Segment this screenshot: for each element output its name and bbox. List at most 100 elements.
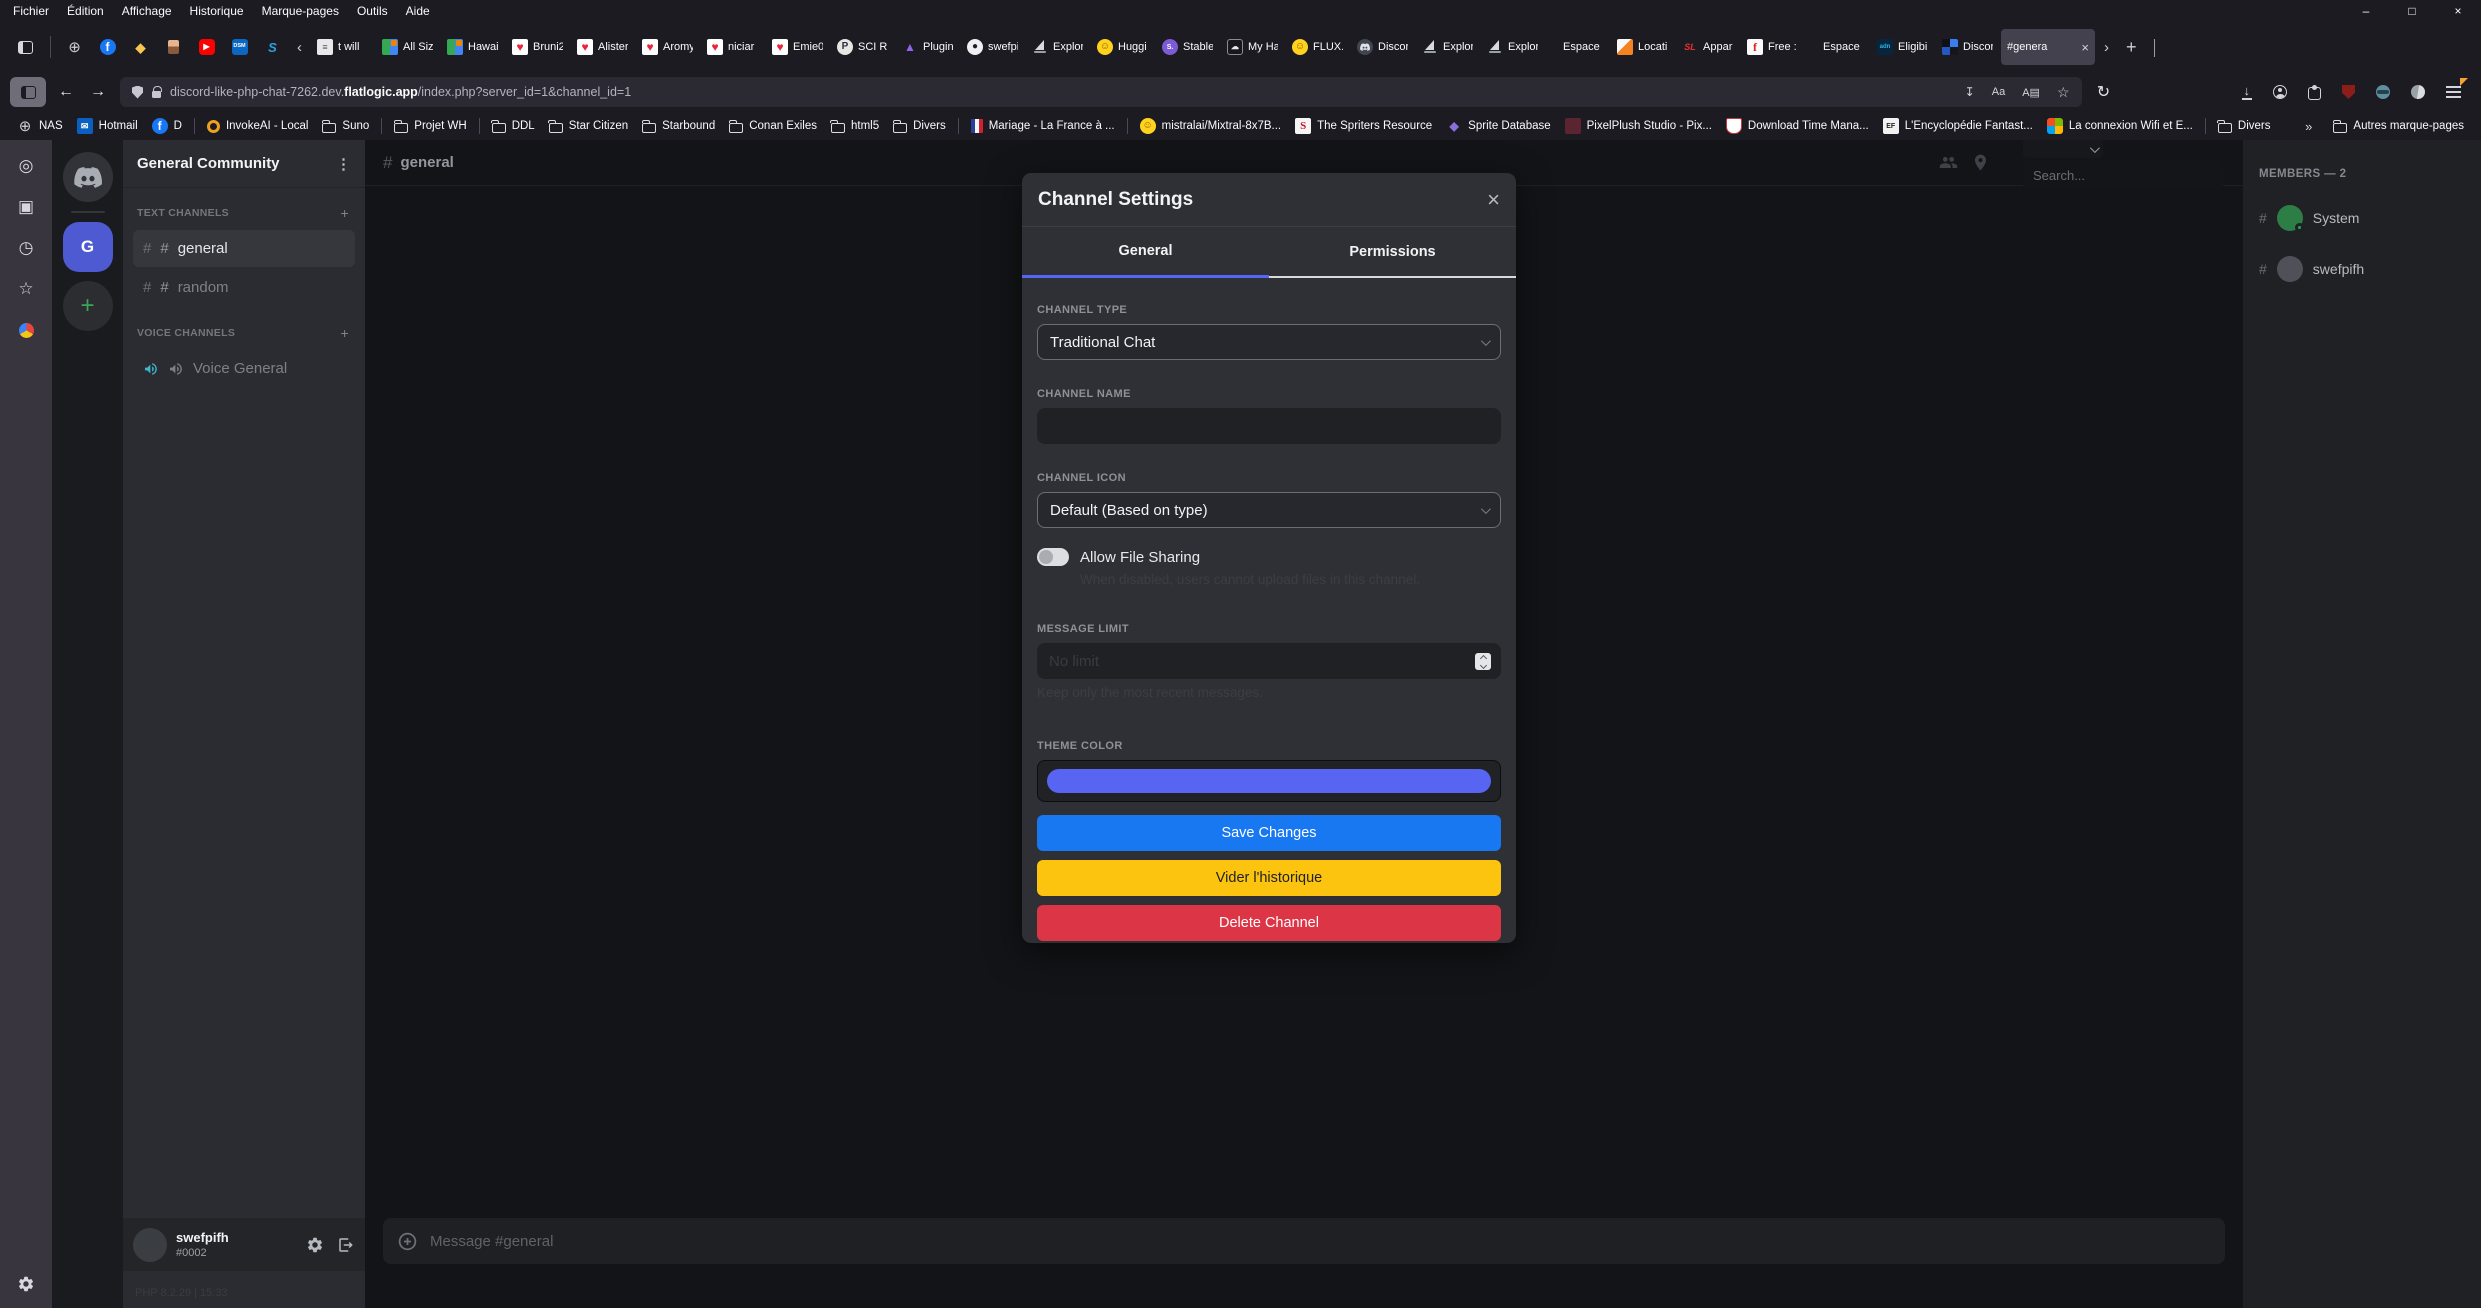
tab-close-icon[interactable]: × [2079, 40, 2089, 55]
member-system[interactable]: #System [2259, 205, 2465, 231]
forward-button[interactable]: → [82, 78, 114, 106]
server-menu-kebab-icon[interactable]: ⋮ [336, 155, 351, 173]
server-header[interactable]: General Community ⋮ [123, 140, 365, 188]
bookmark-hotmail[interactable]: ✉Hotmail [70, 116, 145, 136]
add-server-button[interactable]: + [63, 281, 113, 331]
downloads-icon[interactable]: ↓ [2242, 84, 2253, 100]
spinner-down-icon[interactable] [1479, 661, 1486, 668]
bookmark-the-spriters-resource[interactable]: SThe Spriters Resource [1288, 116, 1439, 136]
discord-home-button[interactable] [63, 152, 113, 202]
save-page-icon[interactable]: ↧ [1965, 85, 1975, 99]
message-input[interactable] [430, 1233, 2211, 1250]
bookmark-download-time-mana[interactable]: Download Time Mana... [1719, 116, 1876, 136]
theme-color-picker[interactable] [1037, 760, 1501, 802]
bookmark-projet-wh[interactable]: Projet WH [387, 118, 473, 135]
pinned-tab-synology[interactable]: S [257, 30, 288, 64]
ai-chatbot-icon[interactable]: ◎ [16, 156, 36, 176]
account-icon[interactable] [2273, 85, 2287, 99]
maximize-window-button[interactable]: □ [2389, 0, 2435, 22]
tab-espace-cli[interactable]: Espace cli [1546, 29, 1609, 65]
url-bar[interactable]: discord-like-php-chat-7262.dev.flatlogic… [120, 77, 2082, 107]
attach-plus-icon[interactable] [397, 1231, 418, 1252]
menu-fichier[interactable]: Fichier [4, 1, 58, 21]
tab-active-general[interactable]: #genera × [2001, 29, 2095, 65]
bookmark-mistralai-mixtral-8x7b[interactable]: ☺mistralai/Mixtral-8x7B... [1133, 116, 1289, 136]
https-lock-icon[interactable] [152, 91, 161, 98]
tracking-protection-shield-icon[interactable] [132, 86, 143, 99]
pinned-tab-dsm[interactable]: DSM [224, 30, 255, 64]
tab-all-siz[interactable]: All Siz [376, 29, 439, 65]
modal-close-icon[interactable]: × [1487, 189, 1500, 211]
tab-list-dropdown-icon[interactable] [2147, 39, 2162, 56]
tab-alister[interactable]: ♥Alister [571, 29, 634, 65]
bookmark-nas[interactable]: ⊕NAS [10, 116, 70, 136]
channel-name-input[interactable] [1037, 408, 1501, 444]
tab-discor[interactable]: Discor [1936, 29, 1999, 65]
close-window-button[interactable]: × [2435, 0, 2481, 22]
pinned-tab-sprite[interactable] [158, 30, 189, 64]
tab-general[interactable]: General [1022, 227, 1269, 278]
menu-historique[interactable]: Historique [181, 1, 253, 21]
menu-dition[interactable]: Édition [58, 1, 113, 21]
tab-aromy[interactable]: ♥Aromy [636, 29, 699, 65]
delete-channel-button[interactable]: Delete Channel [1037, 905, 1501, 941]
pinned-tab-youtube[interactable]: ▶ [191, 30, 222, 64]
member-swefpifh[interactable]: #swefpifh [2259, 256, 2465, 282]
extensions-puzzle-icon[interactable] [2308, 87, 2321, 100]
menu-affichage[interactable]: Affichage [113, 1, 181, 21]
tab-discor[interactable]: Discor [1351, 29, 1414, 65]
minimize-window-button[interactable]: – [2343, 0, 2389, 22]
tab-explor[interactable]: Explor [1416, 29, 1479, 65]
bookmark-divers[interactable]: Divers [2211, 118, 2278, 135]
sidebar-settings-gear-icon[interactable] [16, 1274, 36, 1294]
menu-outils[interactable]: Outils [348, 1, 397, 21]
tab-permissions[interactable]: Permissions [1269, 227, 1516, 278]
channel-random[interactable]: ##random [133, 269, 355, 306]
tab-scroll-left-icon[interactable]: ‹ [290, 39, 309, 56]
add-channel-icon[interactable]: + [341, 205, 349, 221]
tab-plugin[interactable]: ▲Plugin [896, 29, 959, 65]
history-icon[interactable]: ◷ [16, 238, 36, 258]
bookmark-pixelplush-studio-pix[interactable]: PixelPlush Studio - Pix... [1558, 116, 1719, 136]
tab-huggi[interactable]: ☺Huggi [1091, 29, 1154, 65]
tab-eligibi[interactable]: adnEligibi [1871, 29, 1934, 65]
message-limit-input[interactable] [1037, 643, 1501, 679]
bookmark-d[interactable]: fD [145, 116, 189, 136]
translate-icon[interactable]: Aa [1992, 86, 2005, 98]
tab-my-ha[interactable]: ☁My Ha [1221, 29, 1284, 65]
user-settings-gear-icon[interactable] [306, 1236, 324, 1254]
add-channel-icon[interactable]: + [341, 325, 349, 341]
bookmark-star-icon[interactable]: ☆ [2057, 84, 2070, 101]
channel-general[interactable]: ##general [133, 230, 355, 267]
new-tab-button[interactable]: + [2118, 37, 2145, 58]
menu-aide[interactable]: Aide [397, 1, 439, 21]
tab-explor[interactable]: Explor [1481, 29, 1544, 65]
server-icon-general-community[interactable]: G [63, 222, 113, 272]
app-menu-icon[interactable] [2446, 86, 2461, 98]
bookmark-invokeai-local[interactable]: InvokeAI - Local [200, 118, 315, 135]
tab-bruni2[interactable]: ♥Bruni2 [506, 29, 569, 65]
translate-alt-icon[interactable]: A▤ [2022, 86, 2040, 99]
bookmark-suno[interactable]: Suno [315, 118, 376, 135]
members-toggle-icon[interactable] [1939, 153, 1958, 172]
tab-scroll-right-icon[interactable]: › [2097, 39, 2116, 56]
bookmark-sprite-database[interactable]: ◆Sprite Database [1439, 116, 1557, 136]
tab-explor[interactable]: Explor [1026, 29, 1089, 65]
menu-marque-pages[interactable]: Marque-pages [253, 1, 348, 21]
tab-hawai[interactable]: Hawai [441, 29, 504, 65]
tab-t-will[interactable]: ≡t will [311, 29, 374, 65]
bookmarks-overflow-icon[interactable]: » [2305, 119, 2312, 134]
channel-icon-select[interactable]: Default (Based on type) [1037, 492, 1501, 528]
file-sharing-toggle[interactable] [1037, 548, 1069, 566]
tab-appar[interactable]: SLAppar [1676, 29, 1739, 65]
reload-button[interactable]: ↻ [2088, 78, 2120, 106]
channel-voice-general[interactable]: Voice General [133, 350, 355, 387]
tab-free[interactable]: fFree : [1741, 29, 1804, 65]
extension-grey-icon[interactable] [2411, 85, 2425, 99]
number-spinner[interactable] [1475, 653, 1491, 670]
bookmark-la-connexion-wifi-et-e[interactable]: La connexion Wifi et E... [2040, 116, 2200, 136]
tab-espace-ab[interactable]: Espace ab [1806, 29, 1869, 65]
synced-devices-icon[interactable]: ▣ [16, 197, 36, 217]
channel-type-select[interactable]: Traditional Chat [1037, 324, 1501, 360]
bookmark-starbound[interactable]: Starbound [635, 118, 722, 135]
